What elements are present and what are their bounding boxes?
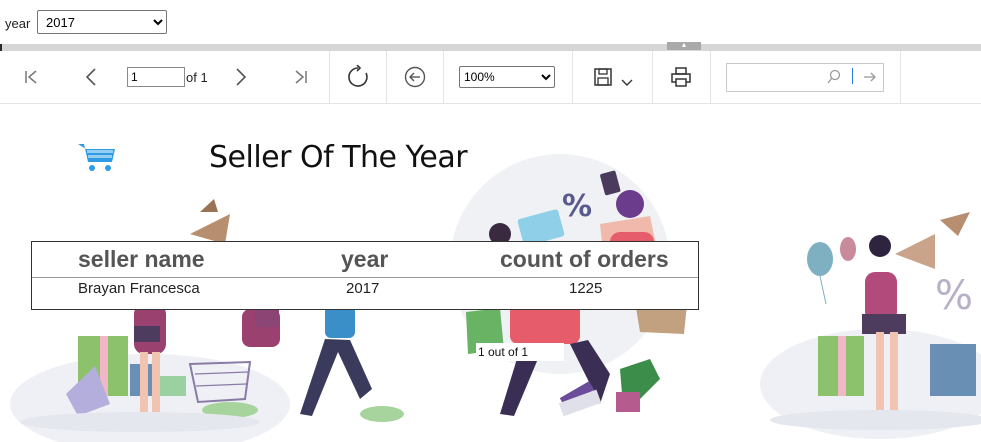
next-page-icon bbox=[236, 68, 247, 86]
chevron-down-icon bbox=[621, 79, 633, 86]
page-number-input[interactable] bbox=[127, 67, 185, 87]
cell-seller-name: Brayan Francesca bbox=[78, 280, 200, 297]
back-icon bbox=[404, 66, 426, 88]
svg-text:%: % bbox=[935, 273, 973, 319]
splitter-bar[interactable] bbox=[0, 44, 981, 51]
parameter-bar: year 2017 bbox=[0, 0, 981, 44]
save-icon bbox=[594, 68, 612, 86]
first-page-button[interactable] bbox=[18, 64, 44, 90]
back-button[interactable] bbox=[402, 64, 428, 90]
svg-text:%: % bbox=[562, 189, 592, 224]
year-label: year bbox=[5, 16, 31, 31]
zoom-select[interactable]: 100% bbox=[459, 66, 555, 88]
next-page-button[interactable] bbox=[228, 64, 254, 90]
first-page-icon bbox=[25, 70, 37, 84]
last-page-button[interactable] bbox=[288, 64, 314, 90]
find-divider bbox=[852, 68, 853, 84]
report-title: Seller Of The Year bbox=[209, 140, 468, 175]
refresh-button[interactable] bbox=[345, 64, 371, 90]
find-next-button[interactable] bbox=[862, 69, 878, 90]
search-button[interactable] bbox=[826, 69, 842, 90]
page-count-label: of 1 bbox=[186, 70, 208, 85]
seller-table: seller name year count of orders Brayan … bbox=[31, 241, 699, 310]
cart-icon bbox=[78, 144, 115, 171]
column-header-count-of-orders: count of orders bbox=[500, 246, 669, 272]
search-icon bbox=[827, 69, 841, 84]
save-dropdown-button[interactable] bbox=[614, 69, 640, 95]
cell-count-of-orders: 1225 bbox=[569, 280, 603, 297]
page-indicator: 1 out of 1 bbox=[476, 343, 564, 361]
last-page-icon bbox=[295, 70, 307, 84]
collapse-grip-icon[interactable]: ▲ bbox=[667, 42, 701, 50]
print-button[interactable] bbox=[668, 64, 694, 90]
refresh-icon bbox=[348, 65, 368, 87]
prev-page-icon bbox=[85, 68, 96, 86]
table-header: seller name year count of orders bbox=[32, 242, 698, 278]
year-select[interactable]: 2017 bbox=[37, 10, 167, 34]
cell-year: 2017 bbox=[346, 280, 380, 297]
column-header-year: year bbox=[341, 246, 389, 272]
save-button[interactable] bbox=[590, 64, 616, 90]
print-icon bbox=[671, 67, 691, 87]
column-header-seller-name: seller name bbox=[78, 246, 205, 272]
find-next-icon bbox=[864, 72, 876, 82]
prev-page-button[interactable] bbox=[78, 64, 104, 90]
